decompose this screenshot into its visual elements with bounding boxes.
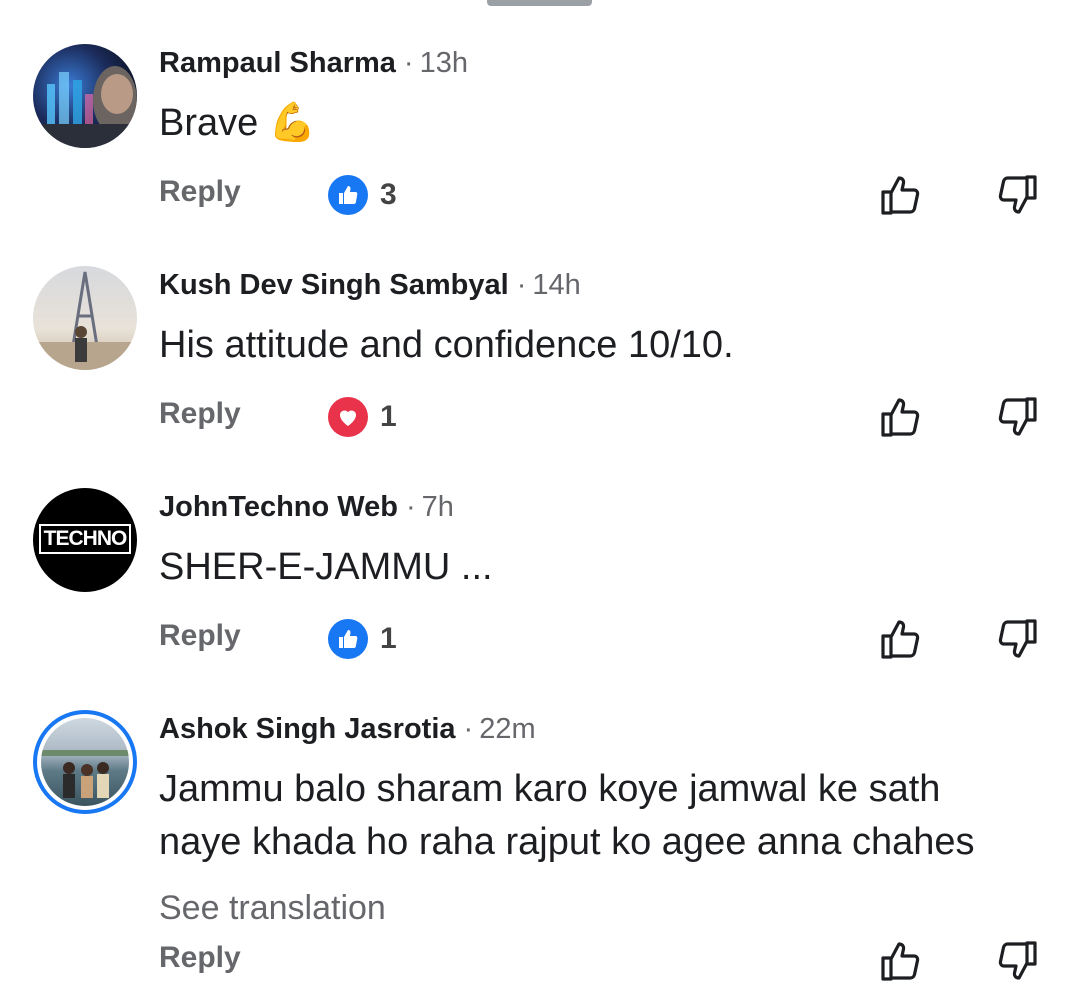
reaction-count: 1 (380, 400, 397, 433)
timestamp: 14h (532, 269, 581, 301)
avatar[interactable]: TECHNO (33, 488, 137, 592)
thumbs-up-icon[interactable] (879, 173, 923, 217)
avatar[interactable] (33, 44, 137, 148)
reply-button[interactable]: Reply (159, 941, 241, 975)
author-name[interactable]: JohnTechno Web (159, 491, 398, 523)
see-translation-link[interactable]: See translation (159, 889, 386, 928)
drag-handle[interactable] (487, 0, 592, 6)
thumbs-down-icon[interactable] (995, 617, 1039, 661)
avatar-logo: TECHNO (39, 524, 131, 554)
reaction-summary[interactable]: 1 (328, 397, 397, 437)
comment-text-line: Jammu balo sharam karo koye jamwal ke sa… (159, 768, 941, 810)
timestamp: 13h (419, 47, 468, 79)
separator: · (516, 269, 527, 301)
comment-text-line: naye khada ho raha rajput ko agee anna c… (159, 821, 975, 863)
separator: · (403, 47, 414, 79)
timestamp: 22m (479, 713, 536, 745)
thumbs-down-icon[interactable] (995, 173, 1039, 217)
like-reaction-icon (328, 175, 368, 215)
comment-text: His attitude and confidence 10/10. (159, 324, 734, 366)
love-reaction-icon (328, 397, 368, 437)
timestamp: 7h (421, 491, 454, 523)
like-reaction-icon (328, 619, 368, 659)
separator: · (463, 713, 474, 745)
reaction-count: 1 (380, 622, 397, 655)
thumbs-up-icon[interactable] (879, 939, 923, 983)
author-name[interactable]: Rampaul Sharma (159, 47, 396, 79)
reaction-summary[interactable]: 3 (328, 175, 397, 215)
comment-text: SHER-E-JAMMU ... (159, 546, 493, 588)
reaction-count: 3 (380, 178, 397, 211)
author-name[interactable]: Ashok Singh Jasrotia (159, 713, 456, 745)
reply-button[interactable]: Reply (159, 175, 241, 209)
flexed-biceps-emoji: 💪 (268, 102, 317, 144)
author-name[interactable]: Kush Dev Singh Sambyal (159, 269, 509, 301)
avatar[interactable] (33, 710, 137, 814)
comment-text: Brave 💪 (159, 102, 317, 144)
thumbs-up-icon[interactable] (879, 617, 923, 661)
reply-button[interactable]: Reply (159, 397, 241, 431)
thumbs-down-icon[interactable] (995, 939, 1039, 983)
thumbs-down-icon[interactable] (995, 395, 1039, 439)
separator: · (405, 491, 416, 523)
avatar[interactable] (33, 266, 137, 370)
reply-button[interactable]: Reply (159, 619, 241, 653)
reaction-summary[interactable]: 1 (328, 619, 397, 659)
thumbs-up-icon[interactable] (879, 395, 923, 439)
